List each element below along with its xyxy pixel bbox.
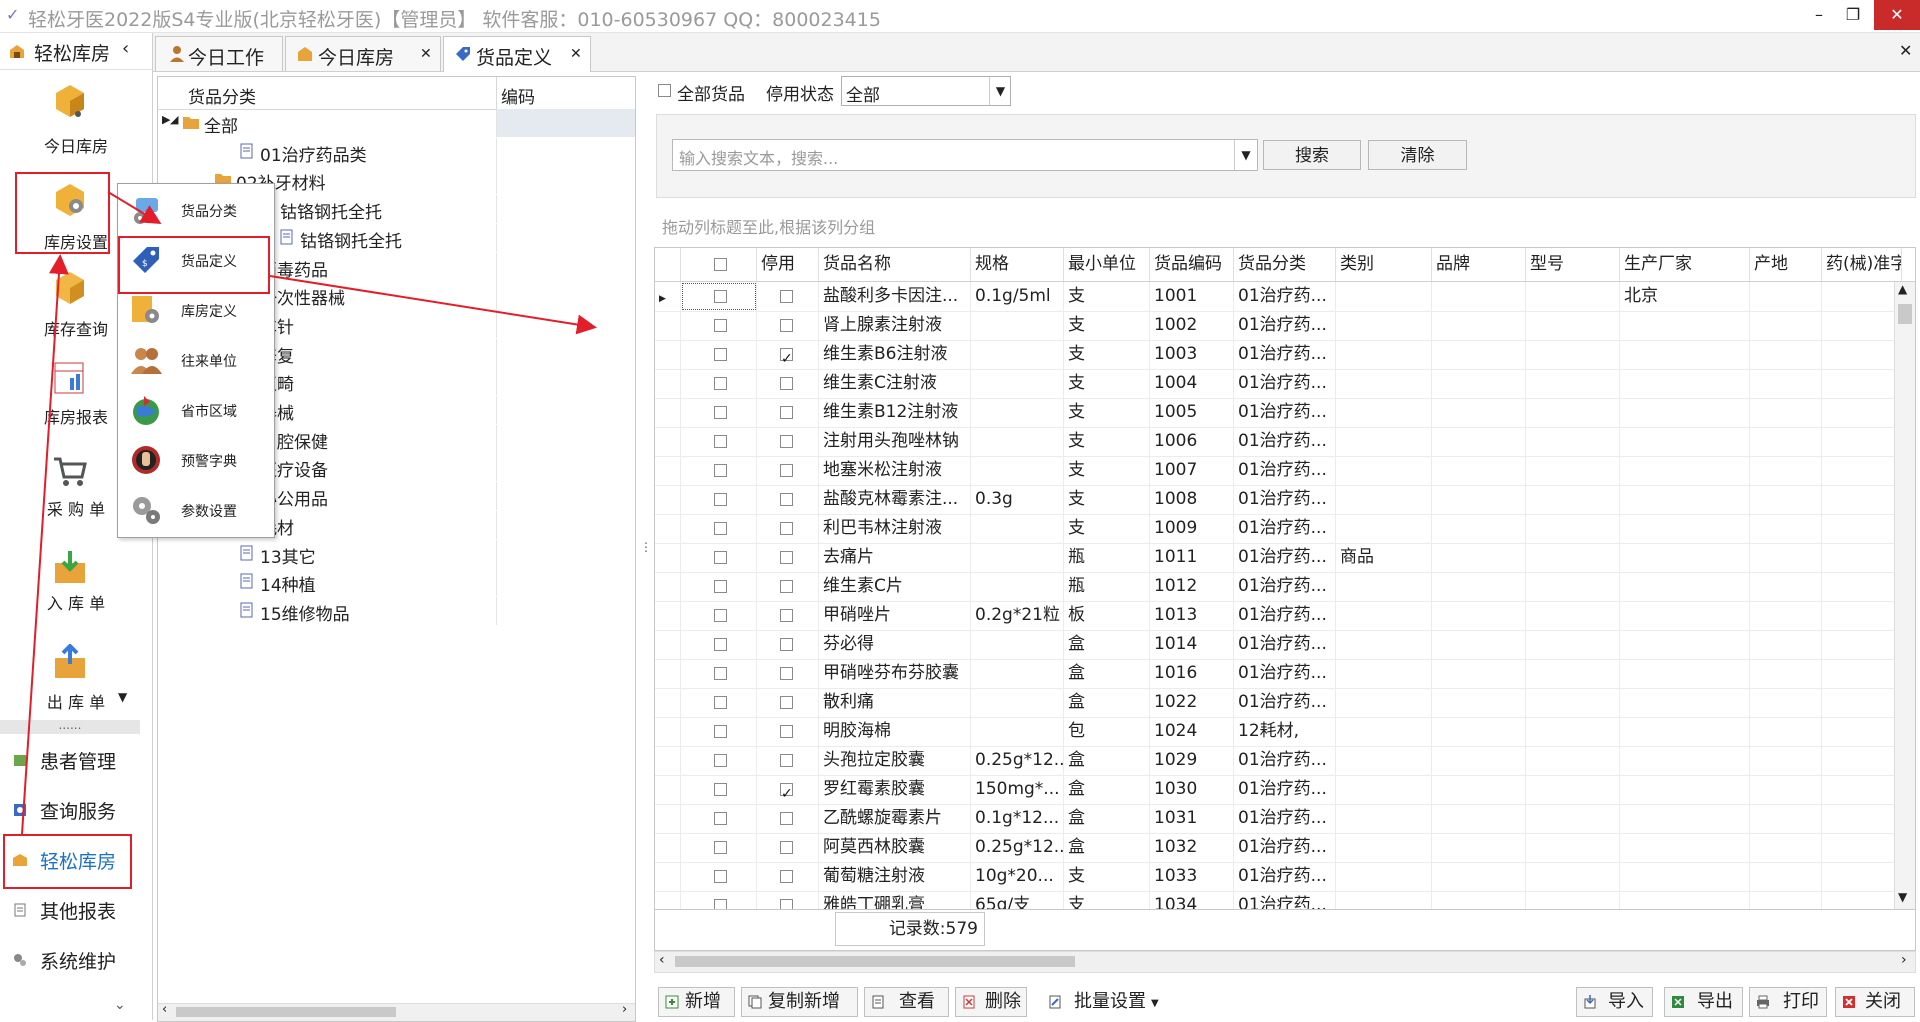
arrow-to-warehouse-settings xyxy=(21,254,69,835)
arrow-to-goods-category xyxy=(107,191,162,225)
arrow-to-grid xyxy=(269,275,597,335)
annotation-arrows xyxy=(21,191,597,835)
